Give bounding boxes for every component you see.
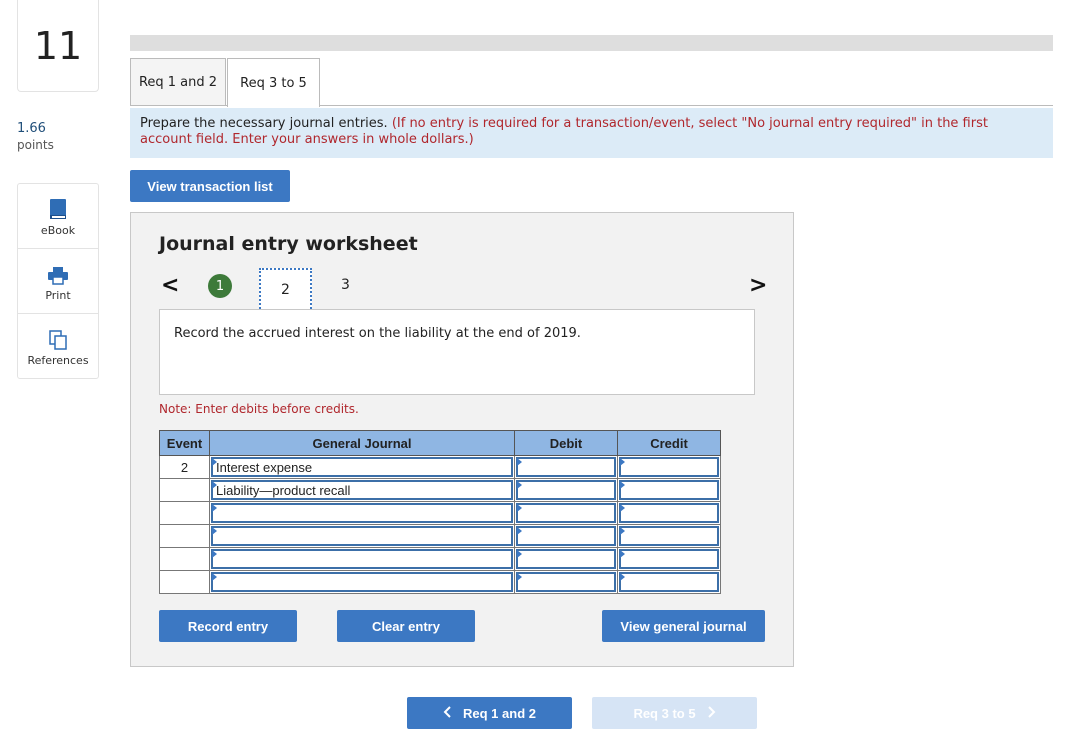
credit-input[interactable] (619, 526, 719, 546)
tools-panel: eBook Print References (17, 183, 99, 379)
next-requirement-button[interactable]: Req 3 to 5 (592, 697, 757, 729)
debit-input[interactable] (516, 503, 616, 523)
column-credit: Credit (617, 430, 721, 456)
table-row: Liability—product recall (159, 478, 721, 502)
event-cell: 2 (159, 455, 210, 479)
account-select[interactable]: Liability—product recall (211, 480, 513, 500)
credit-input[interactable] (619, 480, 719, 500)
chevron-left-icon (443, 705, 451, 721)
question-number: 11 (17, 0, 99, 92)
event-cell (159, 478, 210, 502)
debit-input[interactable] (516, 549, 616, 569)
ebook-button[interactable]: eBook (18, 184, 98, 249)
table-row: 2 Interest expense (159, 455, 721, 479)
account-select[interactable] (211, 526, 513, 546)
print-button[interactable]: Print (18, 249, 98, 314)
tab-req-3-to-5[interactable]: Req 3 to 5 (227, 58, 320, 107)
points-label: points (17, 138, 54, 152)
account-select[interactable] (211, 549, 513, 569)
table-row (159, 570, 721, 594)
chevron-right-icon[interactable]: > (749, 273, 767, 298)
entry-description: Record the accrued interest on the liabi… (159, 309, 755, 395)
printer-icon (48, 261, 68, 285)
progress-bar (130, 35, 1053, 51)
instructions: Prepare the necessary journal entries. (… (130, 108, 1053, 158)
debit-input[interactable] (516, 457, 616, 477)
table-row (159, 501, 721, 525)
debit-input[interactable] (516, 572, 616, 592)
step-3[interactable]: 3 (341, 277, 350, 293)
column-event: Event (159, 430, 210, 456)
record-entry-button[interactable]: Record entry (159, 610, 297, 642)
event-cell (159, 547, 210, 571)
journal-table: Event General Journal Debit Credit 2 Int… (159, 430, 721, 594)
credit-input[interactable] (619, 503, 719, 523)
ebook-label: eBook (40, 223, 76, 237)
column-debit: Debit (514, 430, 618, 456)
credit-input[interactable] (619, 572, 719, 592)
credit-input[interactable] (619, 457, 719, 477)
references-button[interactable]: References (18, 314, 98, 379)
book-icon (49, 196, 67, 220)
table-row (159, 524, 721, 548)
view-transaction-list-button[interactable]: View transaction list (130, 170, 290, 202)
print-label: Print (45, 288, 71, 302)
prev-requirement-button[interactable]: Req 1 and 2 (407, 697, 572, 729)
event-cell (159, 501, 210, 525)
chevron-right-icon (707, 705, 716, 721)
step-1[interactable]: 1 (208, 274, 232, 298)
prev-requirement-label: Req 1 and 2 (463, 705, 536, 721)
next-requirement-label: Req 3 to 5 (633, 705, 696, 721)
event-cell (159, 524, 210, 548)
references-label: References (27, 354, 89, 367)
clear-entry-button[interactable]: Clear entry (337, 610, 475, 642)
account-select[interactable] (211, 503, 513, 523)
journal-entry-worksheet: Journal entry worksheet < 1 2 3 > Record… (130, 212, 794, 667)
debit-input[interactable] (516, 526, 616, 546)
column-general-journal: General Journal (209, 430, 515, 456)
credit-input[interactable] (619, 549, 719, 569)
points-block: 1.66 points (17, 120, 54, 154)
step-2[interactable]: 2 (259, 268, 312, 312)
points-value: 1.66 (17, 121, 46, 136)
view-general-journal-button[interactable]: View general journal (602, 610, 765, 642)
event-cell (159, 570, 210, 594)
entry-note: Note: Enter debits before credits. (159, 402, 359, 416)
tab-req-1-and-2[interactable]: Req 1 and 2 (130, 58, 226, 106)
debit-input[interactable] (516, 480, 616, 500)
instructions-main: Prepare the necessary journal entries. (140, 116, 388, 131)
table-row (159, 547, 721, 571)
copy-icon (49, 326, 67, 350)
chevron-left-icon[interactable]: < (161, 273, 179, 298)
account-select[interactable] (211, 572, 513, 592)
worksheet-title: Journal entry worksheet (159, 233, 418, 255)
account-select[interactable]: Interest expense (211, 457, 513, 477)
